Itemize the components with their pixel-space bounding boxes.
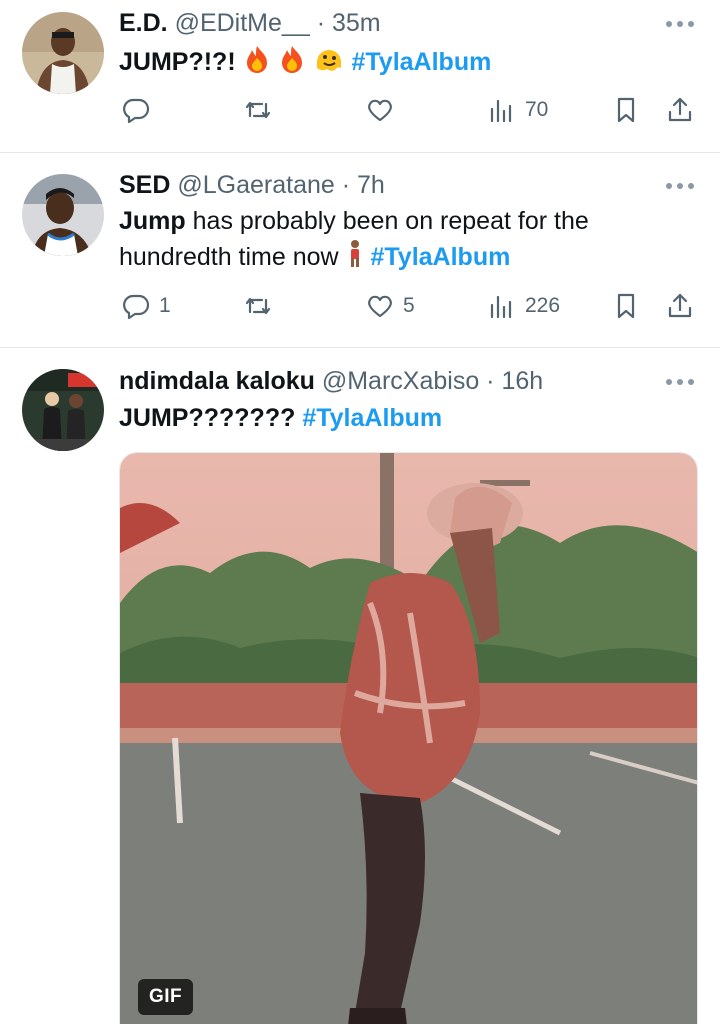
views-count: 70 — [525, 98, 549, 121]
like-button[interactable]: 5 — [365, 286, 415, 326]
display-name[interactable]: ndimdala kaloku — [119, 367, 315, 395]
views-button[interactable]: 70 — [487, 90, 548, 130]
like-button[interactable] — [365, 90, 403, 130]
avatar[interactable] — [22, 369, 104, 451]
fire-emoji-icon — [243, 44, 271, 84]
handle[interactable]: @MarcXabiso — [322, 367, 479, 395]
retweet-button[interactable] — [243, 90, 281, 130]
gif-media[interactable]: GIF — [119, 452, 698, 1024]
handle[interactable]: @LGaeratane — [177, 171, 334, 199]
display-name[interactable]: E.D. — [119, 9, 168, 37]
views-icon — [490, 99, 512, 123]
tweet-header: SED @LGaeratane · 7h — [119, 170, 660, 200]
separator: · — [341, 171, 351, 199]
bookmark-icon — [617, 97, 635, 123]
bookmark-button[interactable] — [611, 286, 641, 326]
share-button[interactable] — [665, 286, 695, 326]
share-icon — [668, 293, 692, 318]
avatar[interactable] — [22, 174, 104, 256]
retweet-icon — [245, 101, 271, 119]
action-bar: 70 — [119, 90, 699, 130]
more-icon[interactable] — [666, 19, 694, 29]
hashtag-link[interactable]: #TylaAlbum — [351, 48, 491, 76]
gif-badge: GIF — [138, 979, 194, 1015]
tweet-text: JUMP??????? #TylaAlbum — [119, 401, 680, 436]
tweet-header: E.D. @EDitMe__ · 35m — [119, 8, 660, 38]
separator: · — [316, 9, 326, 37]
reply-button[interactable] — [121, 90, 159, 130]
tweet-text-bold: Jump — [119, 207, 186, 235]
display-name[interactable]: SED — [119, 171, 170, 199]
timestamp[interactable]: 35m — [332, 9, 381, 37]
melting-face-emoji-icon — [313, 44, 345, 84]
share-button[interactable] — [665, 90, 695, 130]
gif-frame — [120, 453, 697, 1024]
views-count: 226 — [525, 294, 561, 317]
bookmark-button[interactable] — [611, 90, 641, 130]
tweet-text-main: JUMP?!?! — [119, 48, 243, 76]
avatar[interactable] — [22, 12, 104, 94]
like-icon — [368, 99, 392, 122]
timestamp[interactable]: 7h — [357, 171, 385, 199]
like-icon — [368, 295, 392, 318]
views-icon — [490, 295, 512, 319]
tweet-header: ndimdala kaloku @MarcXabiso · 16h — [119, 366, 660, 396]
hashtag-link[interactable]: #TylaAlbum — [370, 243, 510, 271]
reply-count: 1 — [159, 294, 171, 317]
like-count: 5 — [403, 294, 415, 317]
fire-emoji-icon — [278, 44, 306, 84]
reply-button[interactable]: 1 — [121, 286, 171, 326]
timestamp[interactable]: 16h — [501, 367, 543, 395]
bookmark-icon — [617, 293, 635, 319]
separator: · — [486, 367, 495, 395]
tweet-text-main: JUMP??????? — [119, 404, 303, 432]
tweet-text: Jump has probably been on repeat for the… — [119, 204, 680, 279]
tweet-1[interactable]: E.D. @EDitMe__ · 35m JUMP?!?! #TylaAlbum — [0, 0, 720, 152]
reply-icon — [123, 98, 150, 124]
more-icon[interactable] — [666, 181, 694, 191]
person-standing-emoji-icon — [346, 239, 364, 279]
retweet-icon — [245, 297, 271, 315]
views-button[interactable]: 226 — [487, 286, 560, 326]
share-icon — [668, 97, 692, 122]
reply-icon — [123, 294, 150, 320]
hashtag-link[interactable]: #TylaAlbum — [302, 404, 442, 432]
tweet-text: JUMP?!?! #TylaAlbum — [119, 44, 680, 84]
tweet-2[interactable]: SED @LGaeratane · 7h Jump has probably b… — [0, 153, 720, 347]
retweet-button[interactable] — [243, 286, 281, 326]
handle[interactable]: @EDitMe__ — [175, 9, 310, 37]
action-bar: 1 5 226 — [119, 286, 699, 326]
more-icon[interactable] — [666, 377, 694, 387]
